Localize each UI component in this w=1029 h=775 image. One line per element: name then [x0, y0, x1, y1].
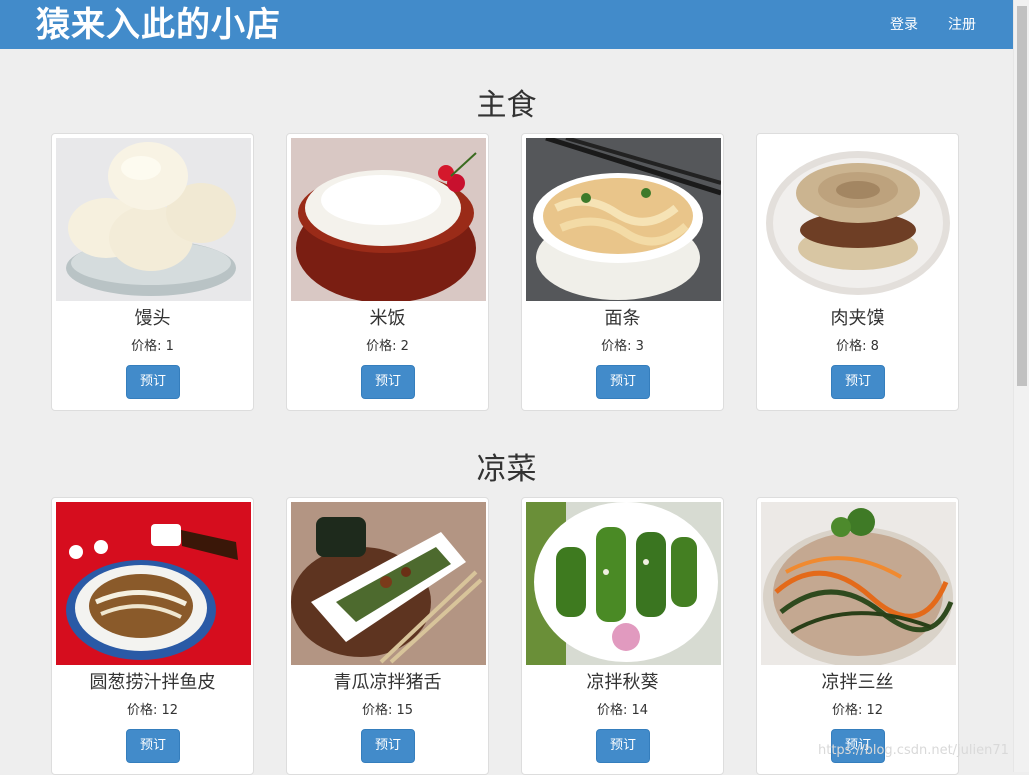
dish-name: 凉拌三丝 — [821, 672, 894, 693]
dish-name: 肉夹馍 — [830, 308, 885, 329]
register-link[interactable]: 注册 — [948, 16, 976, 34]
dish-price: 价格: 15 — [287, 703, 488, 719]
price-value: 12 — [161, 703, 179, 718]
price-label: 价格: — [596, 703, 632, 718]
order-button[interactable]: 预订 — [596, 729, 650, 763]
order-button[interactable]: 预订 — [831, 365, 885, 399]
brand-title[interactable]: 猿来入此的小店 — [36, 3, 281, 47]
product-card-rice: 米饭 价格: 2 预订 — [286, 133, 489, 411]
login-link[interactable]: 登录 — [890, 16, 918, 34]
product-image-fish-skin[interactable] — [56, 502, 251, 665]
scrollbar-thumb[interactable] — [1017, 6, 1027, 386]
dish-price: 价格: 12 — [757, 703, 958, 719]
product-image-noodles[interactable] — [526, 138, 721, 301]
product-card-noodles: 面条 价格: 3 预订 — [521, 133, 724, 411]
price-label: 价格: — [836, 339, 871, 354]
price-value: 15 — [396, 703, 414, 718]
dish-name: 馒头 — [134, 308, 171, 329]
dish-price: 价格: 14 — [522, 703, 723, 719]
product-card-three-shreds: 凉拌三丝 价格: 12 预订 — [756, 497, 959, 775]
price-label: 价格: — [601, 339, 636, 354]
dish-price: 价格: 12 — [52, 703, 253, 719]
price-value: 3 — [635, 339, 644, 354]
product-image-pork-tongue[interactable] — [291, 502, 486, 665]
order-button[interactable]: 预订 — [361, 365, 415, 399]
dish-price: 价格: 3 — [522, 339, 723, 355]
price-label: 价格: — [126, 703, 162, 718]
price-label: 价格: — [361, 703, 397, 718]
product-image-three-shreds[interactable] — [761, 502, 956, 665]
dish-price: 价格: 1 — [52, 339, 253, 355]
product-image-roujiamo[interactable] — [761, 138, 956, 301]
product-card-fish-skin: 圆葱捞汁拌鱼皮 价格: 12 预订 — [51, 497, 254, 775]
order-button[interactable]: 预订 — [596, 365, 650, 399]
price-label: 价格: — [366, 339, 401, 354]
product-image-mantou[interactable] — [56, 138, 251, 301]
dish-price: 价格: 2 — [287, 339, 488, 355]
price-value: 2 — [400, 339, 409, 354]
product-card-okra: 凉拌秋葵 价格: 14 预订 — [521, 497, 724, 775]
product-image-rice[interactable] — [291, 138, 486, 301]
vertical-scrollbar[interactable] — [1013, 0, 1029, 772]
watermark-text: https://blog.csdn.net/julien71 — [818, 743, 1009, 758]
section-title-cold-dishes: 凉菜 — [476, 452, 537, 487]
price-label: 价格: — [831, 703, 867, 718]
product-card-pork-tongue: 青瓜凉拌猪舌 价格: 15 预订 — [286, 497, 489, 775]
section-title-staple: 主食 — [476, 88, 537, 123]
order-button[interactable]: 预订 — [126, 365, 180, 399]
dish-name: 凉拌秋葵 — [586, 672, 659, 693]
price-value: 14 — [631, 703, 649, 718]
price-value: 1 — [165, 339, 174, 354]
navbar: 猿来入此的小店 登录 注册 — [0, 0, 1013, 49]
product-card-roujiamo: 肉夹馍 价格: 8 预订 — [756, 133, 959, 411]
product-image-okra[interactable] — [526, 502, 721, 665]
dish-name: 面条 — [604, 308, 641, 329]
dish-name: 青瓜凉拌猪舌 — [333, 672, 442, 693]
price-value: 12 — [866, 703, 884, 718]
order-button[interactable]: 预订 — [126, 729, 180, 763]
price-label: 价格: — [131, 339, 166, 354]
order-button[interactable]: 预订 — [361, 729, 415, 763]
dish-name: 圆葱捞汁拌鱼皮 — [89, 672, 216, 693]
dish-name: 米饭 — [369, 308, 406, 329]
product-card-mantou: 馒头 价格: 1 预订 — [51, 133, 254, 411]
dish-price: 价格: 8 — [757, 339, 958, 355]
price-value: 8 — [870, 339, 879, 354]
